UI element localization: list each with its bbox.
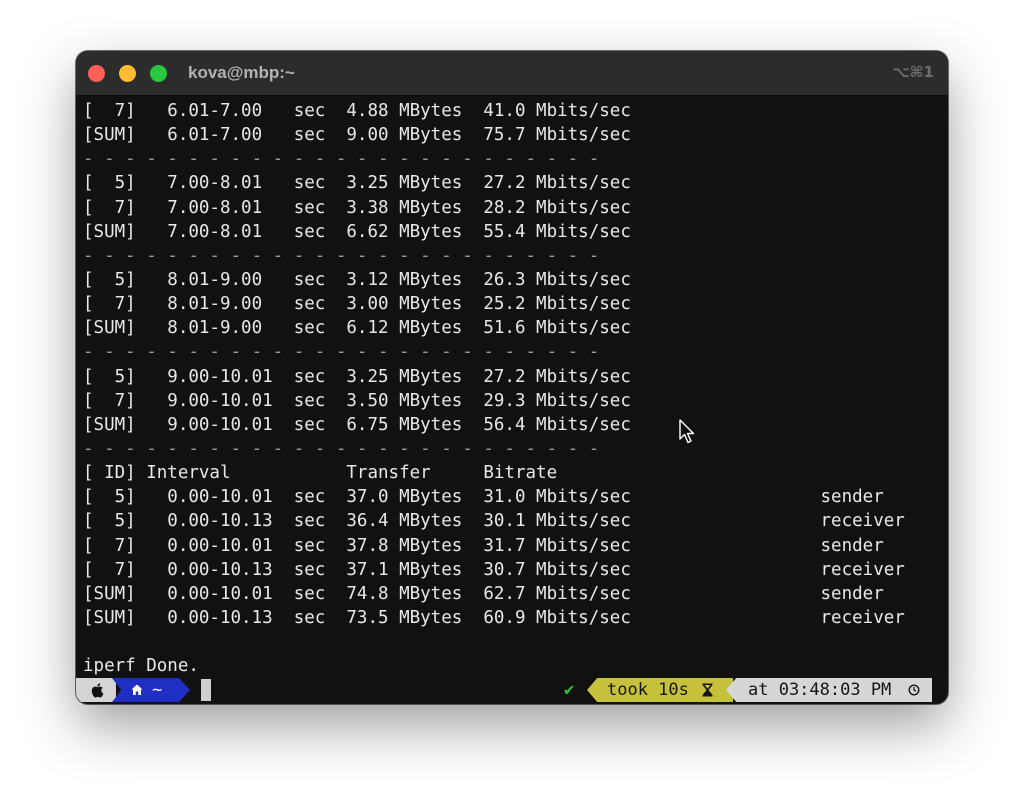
separator-line: - - - - - - - - - - - - - - - - - - - - … bbox=[83, 245, 600, 266]
time-text: at 03:48:03 PM bbox=[748, 680, 892, 700]
output-line: [ 7] 0.00-10.01 sec 37.8 MBytes 31.7 Mbi… bbox=[83, 535, 884, 556]
output-line: [ 5] 0.00-10.13 sec 36.4 MBytes 30.1 Mbi… bbox=[83, 511, 905, 532]
output-line: [ 5] 8.01-9.00 sec 3.12 MBytes 26.3 Mbit… bbox=[83, 269, 631, 290]
separator-line: - - - - - - - - - - - - - - - - - - - - … bbox=[83, 438, 600, 459]
title-bar[interactable]: kova@mbp:~ ⌥⌘1 bbox=[76, 51, 948, 96]
success-check-icon: ✔ bbox=[564, 680, 575, 700]
output-line: [SUM] 0.00-10.01 sec 74.8 MBytes 62.7 Mb… bbox=[83, 583, 884, 604]
minimize-button[interactable] bbox=[119, 65, 136, 82]
duration-text: took 10s bbox=[607, 680, 689, 700]
output-line: [ 7] 6.01-7.00 sec 4.88 MBytes 41.0 Mbit… bbox=[83, 101, 631, 121]
output-line: [ 7] 8.01-9.00 sec 3.00 MBytes 25.2 Mbit… bbox=[83, 294, 631, 315]
text-cursor bbox=[201, 679, 211, 701]
terminal-window: kova@mbp:~ ⌥⌘1 [ 7] 6.01-7.00 sec 4.88 M… bbox=[76, 51, 948, 704]
hourglass-icon bbox=[702, 683, 713, 697]
close-button[interactable] bbox=[88, 65, 105, 82]
clock-icon bbox=[908, 684, 920, 696]
os-segment bbox=[76, 678, 116, 702]
shell-prompt: ~ ✔ took 10s at 03:48:03 PM bbox=[76, 678, 948, 702]
time-segment: at 03:48:03 PM bbox=[726, 678, 932, 702]
home-icon bbox=[131, 684, 143, 695]
separator-line: - - - - - - - - - - - - - - - - - - - - … bbox=[83, 342, 600, 363]
zoom-button[interactable] bbox=[150, 65, 167, 82]
mouse-pointer-icon bbox=[679, 419, 695, 444]
output-line: [SUM] 8.01-9.00 sec 6.12 MBytes 51.6 Mbi… bbox=[83, 318, 631, 339]
output-line: [ 5] 7.00-8.01 sec 3.25 MBytes 27.2 Mbit… bbox=[83, 173, 631, 194]
window-title: kova@mbp:~ bbox=[188, 63, 295, 82]
output-line: [ ID] Interval Transfer Bitrate bbox=[83, 463, 558, 484]
output-line: iperf Done. bbox=[83, 656, 199, 677]
output-line: [SUM] 0.00-10.13 sec 73.5 MBytes 60.9 Mb… bbox=[83, 607, 905, 628]
output-line: [SUM] 7.00-8.01 sec 6.62 MBytes 55.4 Mbi… bbox=[83, 221, 631, 242]
terminal-output[interactable]: [ 7] 6.01-7.00 sec 4.88 MBytes 41.0 Mbit… bbox=[83, 99, 943, 678]
output-line: [SUM] 6.01-7.00 sec 9.00 MBytes 75.7 Mbi… bbox=[83, 125, 631, 146]
output-line: [ 5] 0.00-10.01 sec 37.0 MBytes 31.0 Mbi… bbox=[83, 487, 884, 508]
directory-segment: ~ bbox=[112, 678, 190, 702]
output-line: [SUM] 9.00-10.01 sec 6.75 MBytes 56.4 Mb… bbox=[83, 414, 631, 435]
output-line: [ 5] 9.00-10.01 sec 3.25 MBytes 27.2 Mbi… bbox=[83, 366, 631, 387]
output-line: [ 7] 0.00-10.13 sec 37.1 MBytes 30.7 Mbi… bbox=[83, 559, 905, 580]
output-line: [ 7] 9.00-10.01 sec 3.50 MBytes 29.3 Mbi… bbox=[83, 390, 631, 411]
separator-line: - - - - - - - - - - - - - - - - - - - - … bbox=[83, 149, 600, 170]
duration-segment: took 10s bbox=[587, 678, 733, 702]
window-shortcut: ⌥⌘1 bbox=[892, 63, 934, 81]
current-directory: ~ bbox=[152, 680, 163, 700]
output-line: [ 7] 7.00-8.01 sec 3.38 MBytes 28.2 Mbit… bbox=[83, 197, 631, 218]
apple-icon bbox=[91, 683, 104, 698]
